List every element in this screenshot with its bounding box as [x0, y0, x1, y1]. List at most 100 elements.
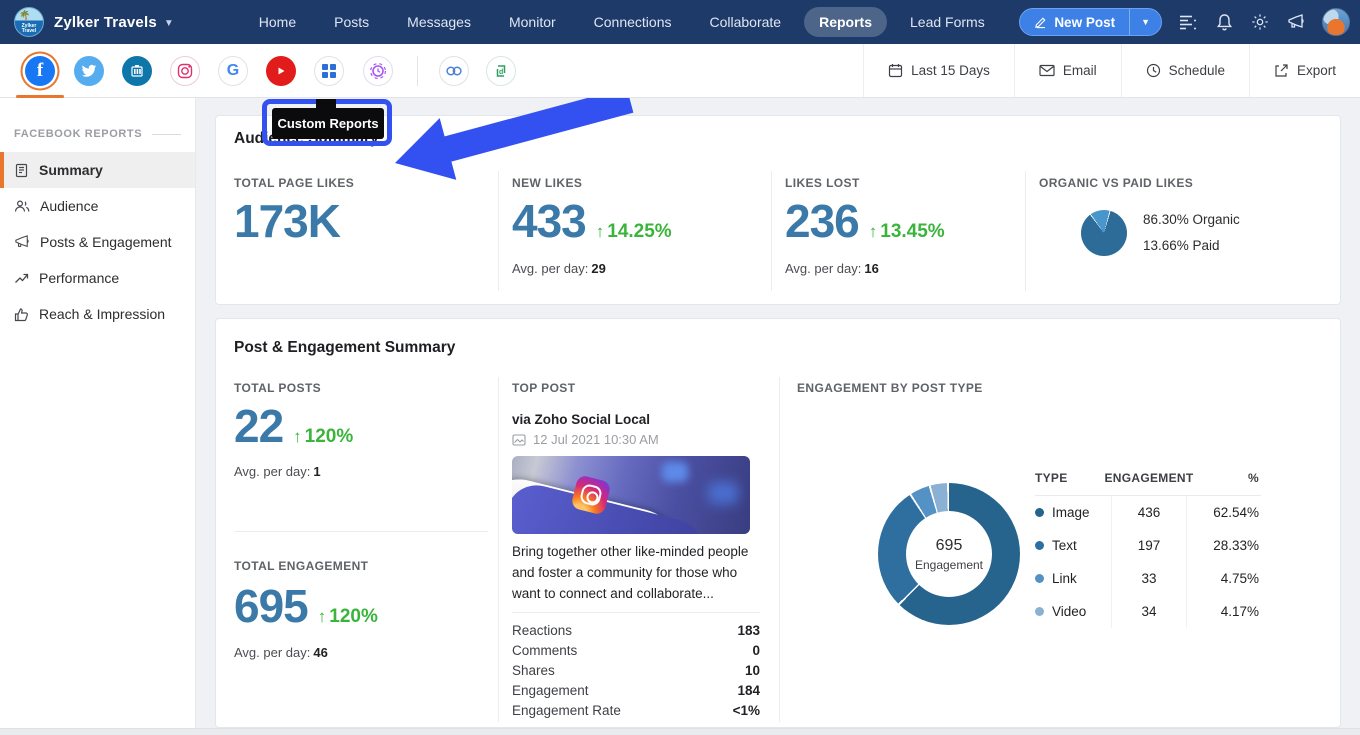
total-engagement-value: 695120% — [234, 581, 378, 642]
document-icon — [14, 163, 29, 178]
image-series-dot — [1035, 508, 1044, 517]
date-range-button[interactable]: Last 15 Days — [863, 44, 1014, 97]
sidebar-item-summary[interactable]: Summary — [0, 152, 195, 188]
video-series-dot — [1035, 607, 1044, 616]
organic-vs-paid-label: ORGANIC VS PAID LIKES — [1039, 176, 1193, 190]
instagram-icon[interactable] — [170, 56, 200, 86]
new-likes-change: 14.25% — [596, 221, 672, 242]
calendar-icon — [888, 63, 903, 78]
sidebar-item-reach-impression[interactable]: Reach & Impression — [0, 296, 195, 332]
people-icon — [14, 199, 30, 213]
nav-item-monitor[interactable]: Monitor — [494, 7, 571, 37]
settings-gear-icon[interactable] — [1250, 12, 1270, 32]
brand-logo[interactable]: 🌴 Zylker Travel — [14, 7, 44, 37]
sidebar-section-rule — [152, 134, 181, 135]
zoho-crm-icon[interactable] — [439, 56, 469, 86]
sidebar-section-title: FACEBOOK REPORTS — [14, 128, 142, 140]
twitter-icon[interactable] — [74, 56, 104, 86]
new-post-chevron-icon[interactable]: ▼ — [1130, 17, 1161, 27]
toolbar-divider — [417, 56, 418, 86]
export-button[interactable]: Export — [1249, 44, 1360, 97]
facebook-icon[interactable]: f — [25, 56, 55, 86]
donut-center-value: 695 — [936, 537, 963, 555]
megaphone-icon — [14, 235, 30, 249]
total-posts-value: 22120% — [234, 401, 353, 462]
thumbs-up-icon — [14, 307, 29, 322]
total-posts-label: TOTAL POSTS — [234, 381, 321, 395]
envelope-icon — [1039, 64, 1055, 77]
email-label: Email — [1063, 63, 1097, 78]
text-series-dot — [1035, 541, 1044, 550]
paid-pct-line: 13.66% Paid — [1143, 238, 1220, 253]
purple-clock-icon[interactable] — [363, 56, 393, 86]
likes-lost-change: 13.45% — [869, 221, 945, 242]
channels-toolbar: f G d Last 15 Days — [0, 44, 1360, 98]
post-engagement-card: Post & Engagement Summary TOTAL POSTS 22… — [215, 318, 1341, 728]
nav-item-reports[interactable]: Reports — [804, 7, 887, 37]
notifications-bell-icon[interactable] — [1214, 12, 1234, 32]
engagement-by-type-label: ENGAGEMENT BY POST TYPE — [797, 381, 983, 395]
date-range-label: Last 15 Days — [911, 63, 990, 78]
engagement-type-table: TYPE ENGAGEMENT % Image 436 62.54% Text … — [1035, 471, 1261, 628]
nav-item-connections[interactable]: Connections — [579, 7, 687, 37]
schedule-button[interactable]: Schedule — [1121, 44, 1249, 97]
likes-lost-value: 23613.45% — [785, 196, 945, 257]
sidebar-item-posts-engagement[interactable]: Posts & Engagement — [0, 224, 195, 260]
new-post-label: New Post — [1054, 15, 1115, 30]
youtube-icon[interactable] — [266, 56, 296, 86]
schedule-label: Schedule — [1169, 63, 1225, 78]
engagement-table-header: TYPE ENGAGEMENT % — [1035, 471, 1261, 496]
nav-item-posts[interactable]: Posts — [319, 7, 384, 37]
top-post-stats: Reactions183 Comments0 Shares10 Engageme… — [512, 612, 760, 720]
engagement-row-text: Text 197 28.33% — [1035, 529, 1261, 562]
email-button[interactable]: Email — [1014, 44, 1121, 97]
top-navbar: 🌴 Zylker Travel Zylker Travels ▼ Home Po… — [0, 0, 1360, 44]
new-post-button[interactable]: New Post ▼ — [1019, 8, 1162, 36]
bottom-scroll-strip[interactable] — [0, 728, 1360, 735]
nav-item-collaborate[interactable]: Collaborate — [694, 7, 796, 37]
logo-text: Zylker Travel — [15, 24, 43, 34]
stat-row-engagement: Engagement184 — [512, 680, 760, 700]
sidebar-item-label: Summary — [39, 162, 103, 178]
link-series-dot — [1035, 574, 1044, 583]
photo-icon — [512, 434, 526, 446]
sidebar-item-audience[interactable]: Audience — [0, 188, 195, 224]
sidebar-item-label: Performance — [39, 270, 119, 286]
reports-sidebar: FACEBOOK REPORTS Summary Audience Posts … — [0, 98, 196, 728]
activity-list-icon[interactable] — [1178, 12, 1198, 32]
facebook-active-underline — [16, 95, 64, 98]
up-arrow-icon — [293, 426, 305, 447]
total-page-likes-label: TOTAL PAGE LIKES — [234, 176, 354, 190]
organic-paid-pie — [1081, 210, 1127, 256]
left-col-divider — [234, 531, 488, 532]
clock-icon — [1146, 63, 1161, 78]
google-my-business-icon[interactable]: G — [218, 56, 248, 86]
zoho-desk-icon[interactable]: d — [486, 56, 516, 86]
user-avatar[interactable] — [1322, 8, 1350, 36]
nav-item-messages[interactable]: Messages — [392, 7, 486, 37]
nav-item-lead-forms[interactable]: Lead Forms — [895, 7, 1000, 37]
pencil-icon — [1034, 16, 1047, 29]
app-grid-icon[interactable] — [314, 56, 344, 86]
brand-chevron-down-icon[interactable]: ▼ — [164, 18, 174, 29]
engagement-row-video: Video 34 4.17% — [1035, 595, 1261, 628]
brand-name[interactable]: Zylker Travels — [54, 14, 157, 31]
linkedin-icon[interactable] — [122, 56, 152, 86]
sidebar-item-performance[interactable]: Performance — [0, 260, 195, 296]
export-label: Export — [1297, 63, 1336, 78]
total-engagement-avg: Avg. per day:46 — [234, 645, 328, 660]
announcements-megaphone-icon[interactable] — [1286, 12, 1306, 32]
engagement-donut-chart: 695 Engagement — [878, 483, 1020, 625]
nav-item-home[interactable]: Home — [244, 7, 311, 37]
total-engagement-change: 120% — [318, 606, 378, 627]
stat-row-engagement-rate: Engagement Rate<1% — [512, 700, 760, 720]
up-arrow-icon — [596, 221, 608, 242]
new-likes-avg: Avg. per day:29 — [512, 261, 606, 276]
custom-reports-tooltip: Custom Reports — [272, 108, 384, 139]
top-post-image[interactable] — [512, 456, 750, 534]
new-likes-label: NEW LIKES — [512, 176, 582, 190]
up-arrow-icon — [318, 606, 330, 627]
report-actions: Last 15 Days Email Schedule Export — [863, 44, 1360, 97]
stat-row-comments: Comments0 — [512, 640, 760, 660]
total-engagement-label: TOTAL ENGAGEMENT — [234, 559, 368, 573]
